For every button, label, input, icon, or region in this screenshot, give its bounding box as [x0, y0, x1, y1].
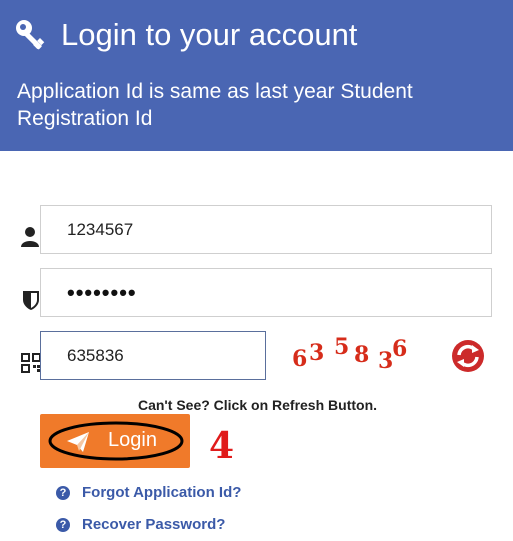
captcha-char: 3 [309, 340, 325, 366]
annotation-ellipse [48, 421, 184, 461]
question-icon: ? [56, 517, 70, 532]
application-id-input[interactable]: 1234567 [40, 205, 492, 254]
annotation-number: 4 [209, 425, 235, 467]
application-id-value: 1234567 [67, 219, 134, 239]
login-button[interactable]: Login [40, 414, 190, 468]
qr-code-icon [21, 353, 41, 373]
password-value: •••••••• [67, 279, 137, 305]
forgot-application-id-link[interactable]: ? Forgot Application Id? [56, 484, 241, 501]
page-subtitle: Application Id is same as last year Stud… [17, 80, 413, 130]
captcha-input-value: 635836 [67, 345, 124, 365]
recover-password-link[interactable]: ? Recover Password? [56, 516, 225, 533]
captcha-char: 5 [334, 334, 350, 360]
recover-password-label: Recover Password? [82, 516, 226, 533]
captcha-char: 8 [354, 342, 370, 368]
captcha-image: 6 3 5 8 3 6 [292, 334, 412, 374]
captcha-input[interactable]: 635836 [40, 331, 266, 380]
page-title: Login to your account [61, 17, 358, 52]
captcha-char: 6 [292, 346, 308, 372]
key-icon [16, 20, 45, 50]
forgot-application-id-label: Forgot Application Id? [82, 484, 242, 501]
password-input[interactable]: •••••••• [40, 268, 492, 317]
user-icon [21, 227, 39, 247]
refresh-hint: Can't See? Click on Refresh Button. [0, 397, 513, 413]
refresh-hint-text: Can't See? Click on Refresh Button. [137, 397, 378, 413]
login-header: Login to your account Application Id is … [0, 0, 513, 151]
captcha-char: 6 [392, 336, 408, 362]
shield-icon [23, 291, 39, 310]
question-icon: ? [56, 485, 70, 500]
refresh-icon[interactable] [450, 338, 486, 374]
